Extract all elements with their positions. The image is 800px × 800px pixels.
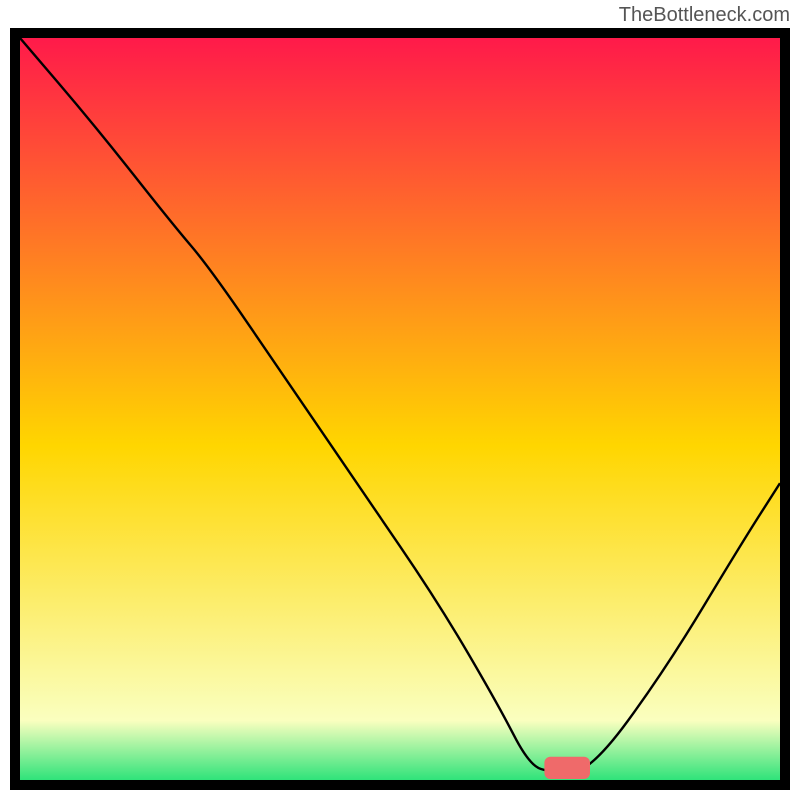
chart-svg (20, 38, 780, 780)
chart-container: TheBottleneck.com (0, 0, 800, 800)
gradient-background (20, 38, 780, 780)
plot-frame (10, 28, 790, 790)
optimal-marker (544, 757, 590, 779)
watermark-text: TheBottleneck.com (619, 4, 790, 27)
plot-area (20, 38, 780, 780)
